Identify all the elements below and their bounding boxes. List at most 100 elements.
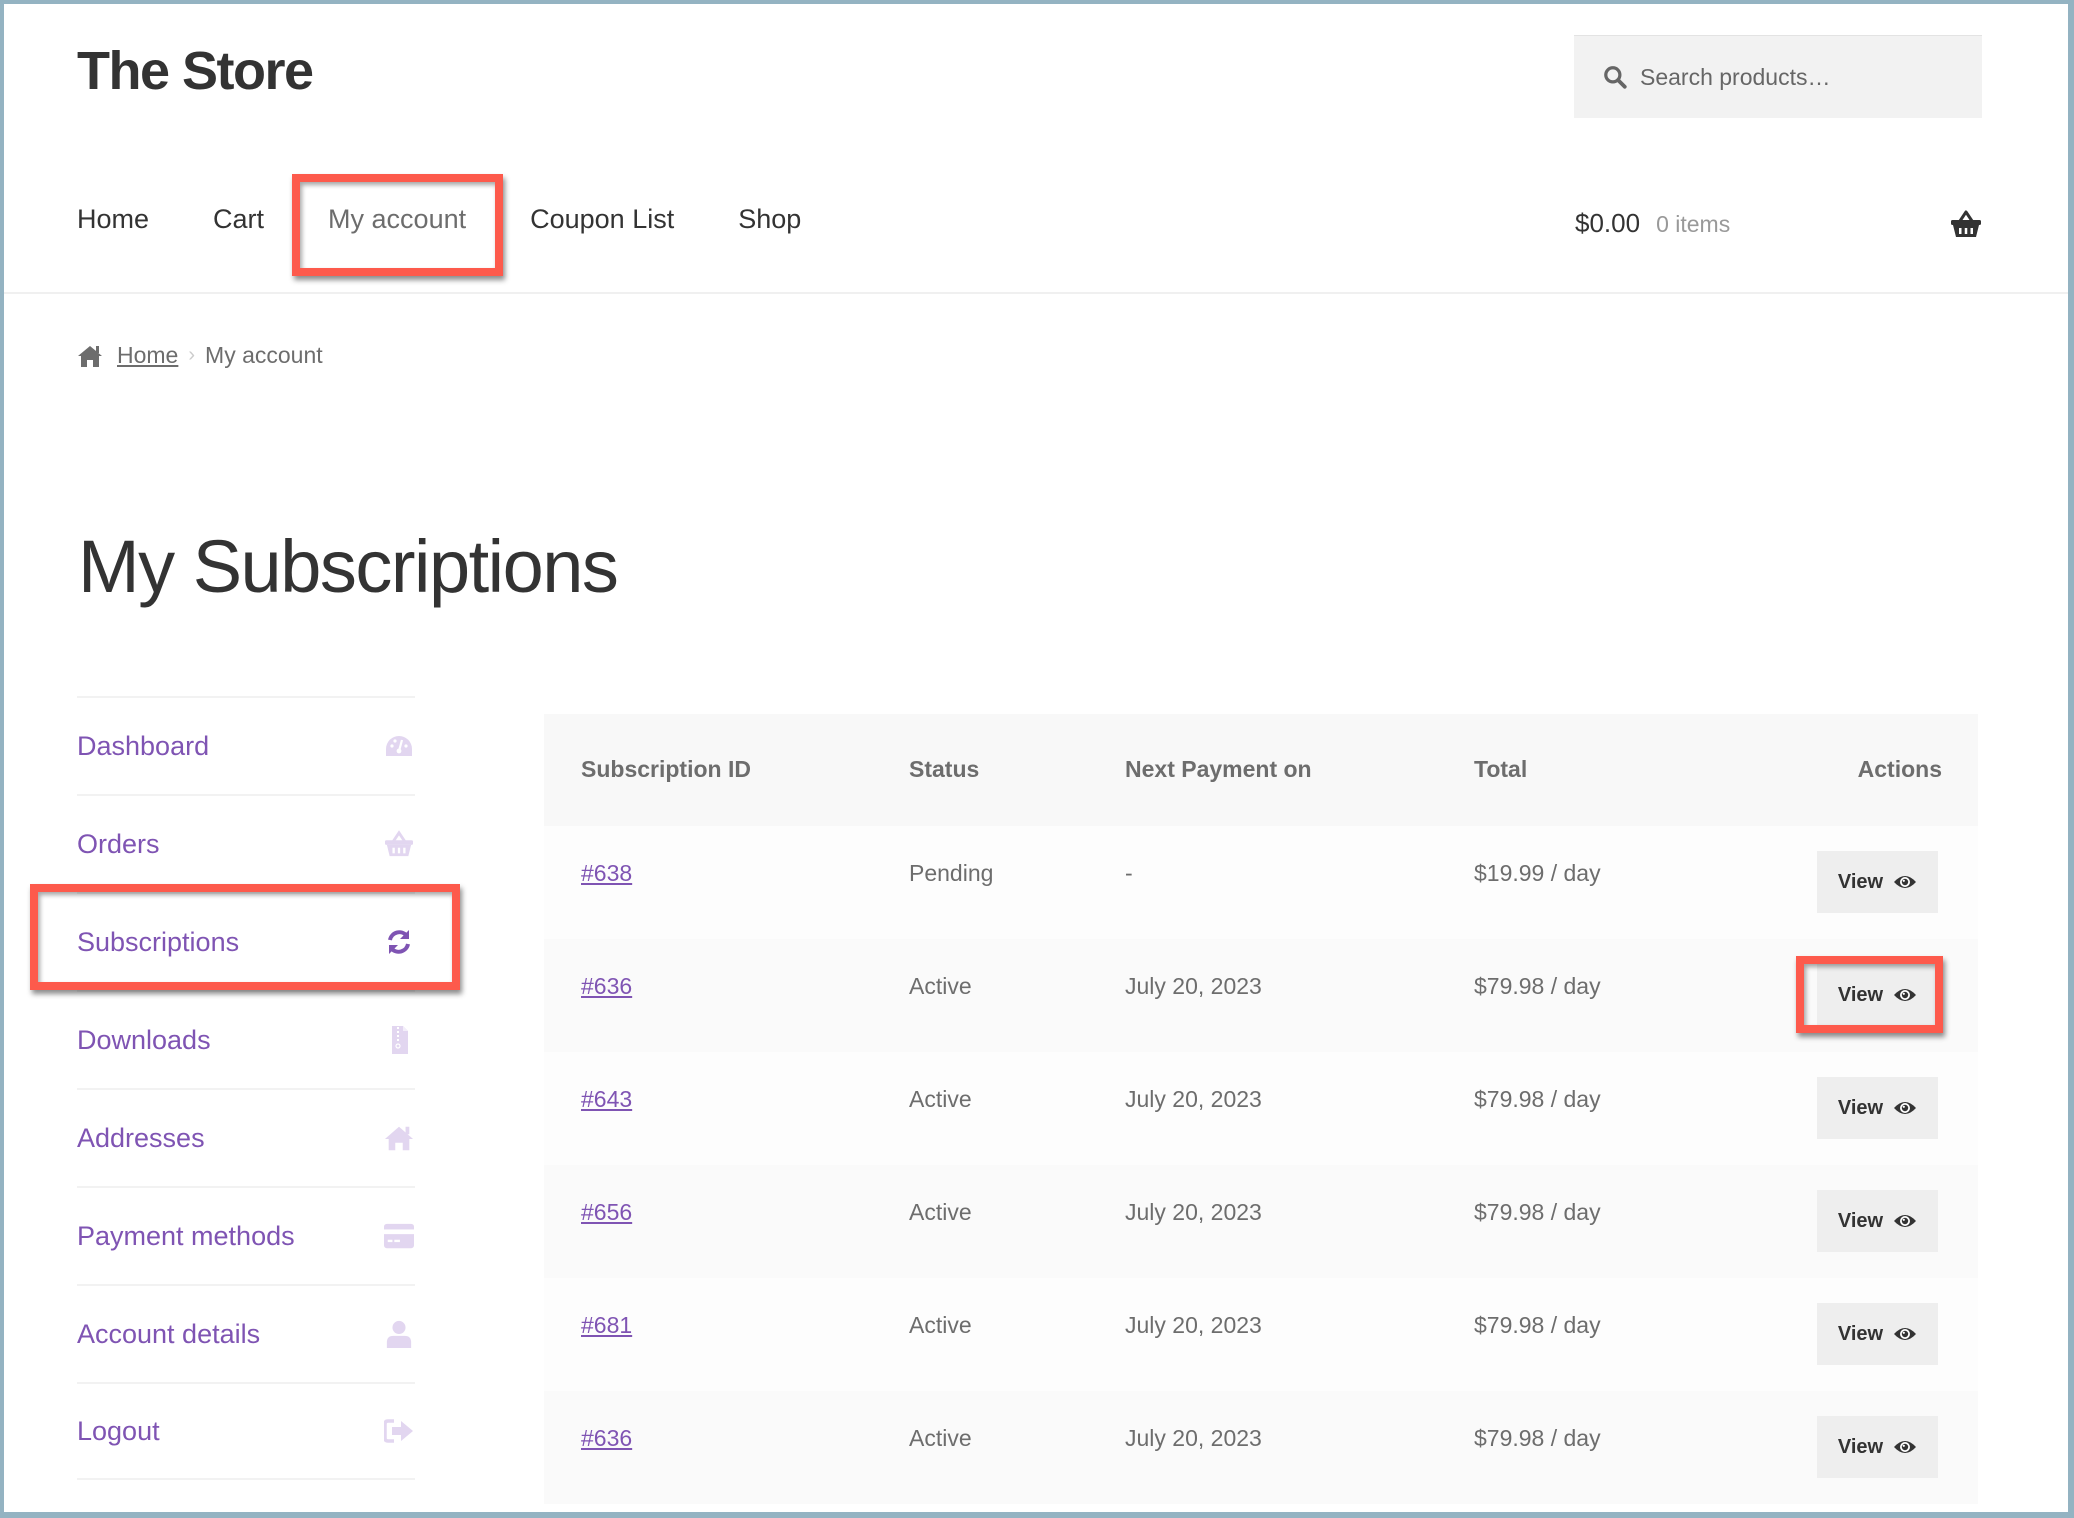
subscription-id-cell: #636 [581,1425,632,1452]
column-header-actions: Actions [1857,756,1942,782]
status-cell: Active [909,1425,972,1451]
view-button-label: View [1837,1322,1884,1345]
status-cell: Active [909,973,972,999]
subscription-id-link[interactable]: #636 [581,973,632,999]
subscription-id-link[interactable]: #681 [581,1312,632,1338]
sidebar-item-downloads[interactable]: Downloads [77,990,415,1088]
table-row: #656 Active July 20, 2023 $79.98 / day View [544,1165,1978,1278]
total-cell: $79.98 / day [1474,1199,1601,1225]
eye-icon [1883,986,1917,1004]
table-row: #643 Active July 20, 2023 $79.98 / day View [544,1052,1978,1165]
next-payment-cell: July 20, 2023 [1125,1312,1262,1338]
subscription-id-cell: #636 [581,973,632,1000]
refresh-icon [383,927,415,957]
sidebar-item-addresses[interactable]: Addresses [77,1088,415,1186]
sidebar-item-logout[interactable]: Logout [77,1382,415,1480]
subscription-id-cell: #638 [581,860,632,887]
eye-icon [1883,1099,1917,1117]
breadcrumb: Home › My account [77,342,323,369]
nav-home[interactable]: Home [77,204,149,235]
eye-icon [1883,1212,1917,1230]
subscription-id-link[interactable]: #643 [581,1086,632,1112]
subscription-id-link[interactable]: #638 [581,860,632,886]
view-button-label: View [1837,1096,1884,1119]
page-frame: The Store Home Cart My account Coupon Li… [4,4,2068,1512]
eye-icon [1883,873,1917,891]
search-input[interactable] [1640,63,1960,91]
total-cell: $79.98 / day [1474,1086,1601,1112]
search-icon [1604,66,1627,89]
table-row: #681 Active July 20, 2023 $79.98 / day View [544,1278,1978,1391]
nav-cart[interactable]: Cart [213,204,264,235]
table-row: #638 Pending - $19.99 / day View [544,826,1978,939]
eye-icon [1883,1325,1917,1343]
column-header-subscription-id: Subscription ID [581,756,751,782]
view-button[interactable]: View [1817,1190,1938,1252]
sidebar-item-label: Payment methods [77,1220,295,1251]
table-header-row: Subscription ID Status Next Payment on T… [544,714,1978,826]
sidebar-item-label: Subscriptions [77,926,240,957]
user-icon [383,1319,415,1349]
sign-out-icon [383,1416,415,1446]
breadcrumb-current: My account [205,342,323,368]
view-button[interactable]: View [1817,1303,1938,1365]
next-payment-cell: July 20, 2023 [1125,1199,1262,1225]
subscription-id-link[interactable]: #656 [581,1199,632,1225]
subscriptions-table: Subscription ID Status Next Payment on T… [544,714,1978,1504]
view-button[interactable]: View [1817,1077,1938,1139]
sidebar-item-orders[interactable]: Orders [77,794,415,892]
status-cell: Active [909,1312,972,1338]
sidebar-item-account-details[interactable]: Account details [77,1284,415,1382]
view-button[interactable]: View [1817,964,1938,1026]
table-body: #638 Pending - $19.99 / day View #636 Active Ju… [544,826,1978,1504]
view-button[interactable]: View [1817,851,1938,913]
home-icon [383,1123,415,1153]
total-cell: $79.98 / day [1474,973,1601,999]
breadcrumb-separator: › [188,344,196,366]
nav-shop[interactable]: Shop [738,204,801,235]
sidebar-item-payment-methods[interactable]: Payment methods [77,1186,415,1284]
file-archive-icon [383,1025,415,1055]
nav-coupon-list[interactable]: Coupon List [530,204,674,235]
view-button-label: View [1837,1209,1884,1232]
home-icon [78,345,102,367]
table-row: #636 Active July 20, 2023 $79.98 / day View [544,1391,1978,1504]
status-cell: Pending [909,860,994,886]
site-title[interactable]: The Store [77,40,314,102]
dashboard-gauge-icon [383,731,415,761]
next-payment-cell: July 20, 2023 [1125,1086,1262,1112]
view-button-label: View [1837,1435,1884,1458]
view-button-label: View [1837,983,1884,1006]
cart-amount: $0.00 [1575,208,1641,238]
status-cell: Active [909,1199,972,1225]
subscription-id-cell: #681 [581,1312,632,1339]
status-cell: Active [909,1086,972,1112]
credit-card-icon [383,1221,415,1251]
total-cell: $79.98 / day [1474,1312,1601,1338]
search-box[interactable] [1574,35,1982,118]
basket-icon[interactable] [1950,209,1982,239]
subscription-id-cell: #643 [581,1086,632,1113]
page-title: My Subscriptions [78,525,619,608]
subscription-id-link[interactable]: #636 [581,1425,632,1451]
next-payment-cell: July 20, 2023 [1125,973,1262,999]
view-button-label: View [1837,870,1884,893]
view-button[interactable]: View [1817,1416,1938,1478]
primary-nav: Home Cart My account Coupon List Shop [77,204,865,235]
sidebar-item-label: Orders [77,828,160,859]
eye-icon [1883,1438,1917,1456]
nav-my-account[interactable]: My account [328,204,466,235]
basket-icon [383,829,415,859]
sidebar-item-label: Dashboard [77,730,210,761]
subscription-id-cell: #656 [581,1199,632,1226]
table-row: #636 Active July 20, 2023 $79.98 / day View [544,939,1978,1052]
sidebar-item-label: Account details [77,1318,261,1349]
account-navigation: Dashboard Orders Subscriptions Downloads… [77,696,415,1480]
sidebar-item-subscriptions[interactable]: Subscriptions [77,892,415,990]
sidebar-item-label: Addresses [77,1122,205,1153]
breadcrumb-home-link[interactable]: Home [117,342,178,369]
next-payment-cell: - [1125,860,1133,886]
header-cart[interactable]: $0.00 0 items [1575,208,1730,239]
column-header-total: Total [1474,756,1528,782]
sidebar-item-dashboard[interactable]: Dashboard [77,696,415,794]
